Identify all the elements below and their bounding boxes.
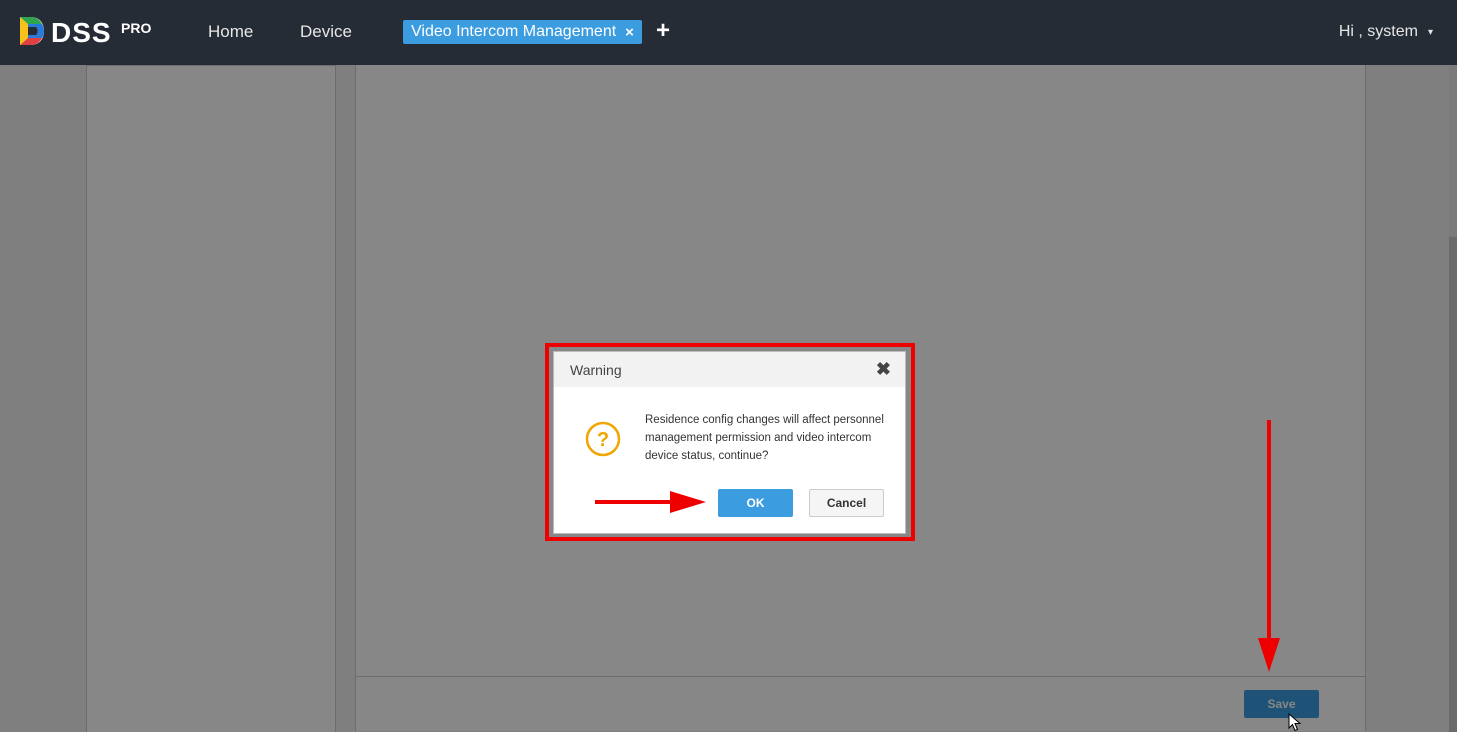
nav-device[interactable]: Device (300, 22, 352, 42)
top-bar: DSS PRO Home Device Video Intercom Manag… (0, 0, 1457, 65)
brand-name: DSS (51, 17, 112, 48)
user-menu[interactable]: Hi , system ▾ (1339, 23, 1433, 41)
svg-text:?: ? (597, 429, 609, 451)
dialog-title: Warning (570, 362, 622, 378)
cancel-button[interactable]: Cancel (809, 489, 884, 517)
question-icon: ? (585, 421, 621, 457)
dialog-message: Residence config changes will affect per… (645, 414, 884, 462)
tab-video-intercom-management[interactable]: Video Intercom Management × (403, 20, 642, 44)
dss-logo-icon (20, 17, 44, 45)
tab-label: Video Intercom Management (411, 23, 617, 40)
ok-button[interactable]: OK (718, 489, 793, 517)
tab-close-icon[interactable]: × (625, 24, 634, 41)
brand-edition: PRO (121, 20, 152, 36)
dialog-header: Warning ✖ (554, 352, 905, 387)
nav-home[interactable]: Home (208, 22, 253, 42)
add-tab-icon[interactable]: + (656, 17, 670, 45)
mouse-cursor-icon (1288, 713, 1302, 732)
warning-dialog: Warning ✖ ? Residence config changes wil… (553, 351, 906, 534)
close-icon[interactable]: ✖ (876, 359, 891, 380)
user-greeting: Hi , system (1338, 23, 1418, 40)
chevron-down-icon: ▾ (1427, 26, 1433, 38)
